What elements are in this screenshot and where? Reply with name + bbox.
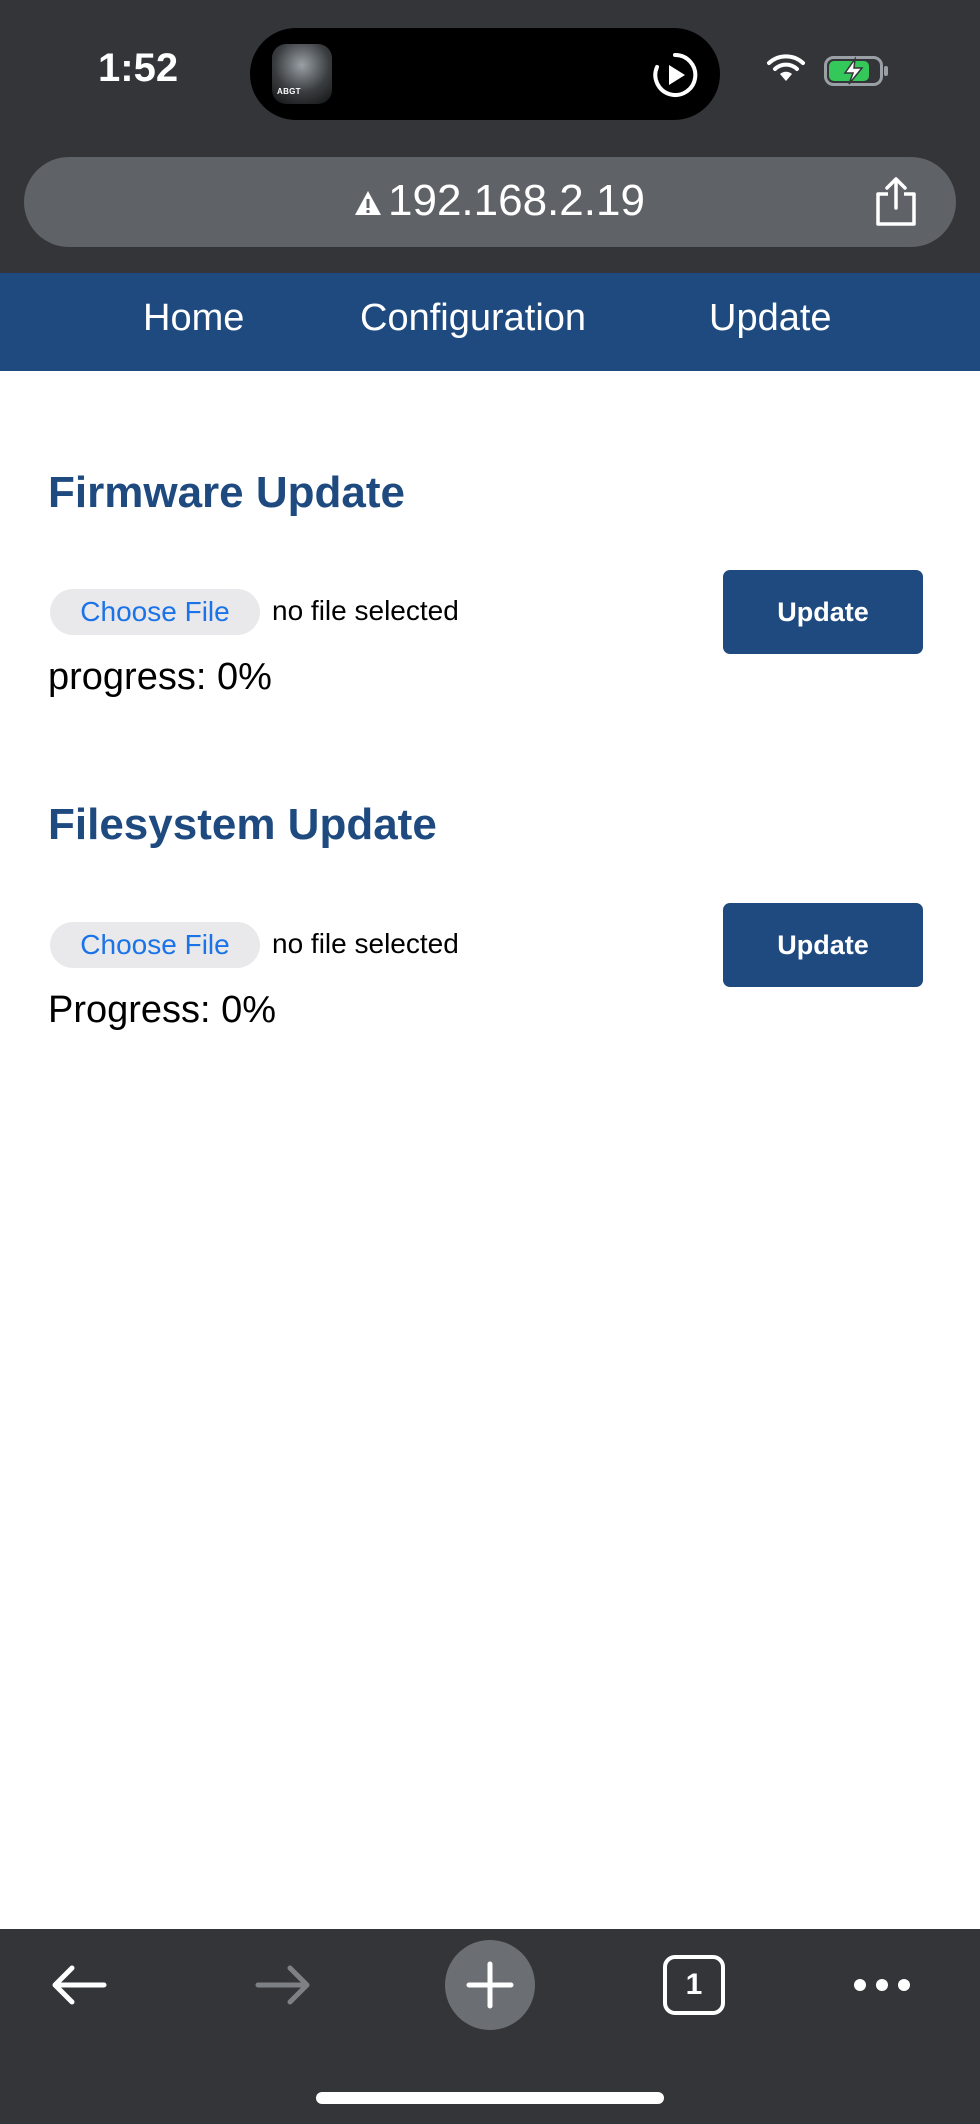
url-text[interactable]: 192.168.2.19	[388, 176, 645, 226]
new-tab-plus-icon[interactable]	[445, 1940, 535, 2030]
firmware-file-status: no file selected	[272, 595, 459, 626]
now-playing-artwork: ABGT	[272, 44, 332, 104]
home-indicator	[316, 2092, 664, 2104]
artwork-text: ABGT	[277, 87, 301, 96]
back-arrow-icon[interactable]	[50, 1962, 108, 2008]
warning-icon	[355, 191, 381, 215]
share-icon[interactable]	[872, 176, 920, 228]
nav-update-link[interactable]: Update	[709, 297, 832, 340]
nav-configuration-link[interactable]: Configuration	[360, 297, 586, 340]
play-icon[interactable]	[652, 52, 698, 98]
firmware-update-title: Firmware Update	[48, 468, 405, 517]
filesystem-update-button[interactable]: Update	[723, 903, 923, 987]
more-icon[interactable]	[850, 1974, 914, 1996]
firmware-choose-file-button[interactable]: Choose File	[50, 589, 260, 635]
status-time: 1:52	[98, 46, 179, 90]
nav-home-link[interactable]: Home	[143, 297, 244, 340]
dynamic-island[interactable]: ABGT	[250, 28, 720, 120]
wifi-icon	[767, 54, 805, 81]
filesystem-choose-file-button[interactable]: Choose File	[50, 922, 260, 968]
filesystem-file-status: no file selected	[272, 928, 459, 959]
forward-arrow-icon[interactable]	[254, 1962, 312, 2008]
tabs-icon[interactable]: 1	[663, 1955, 725, 2015]
battery-charging-icon	[824, 56, 888, 86]
filesystem-update-title: Filesystem Update	[48, 800, 437, 849]
firmware-update-button[interactable]: Update	[723, 570, 923, 654]
filesystem-progress-text: Progress: 0%	[48, 989, 277, 1031]
firmware-progress-text: progress: 0%	[48, 656, 272, 698]
